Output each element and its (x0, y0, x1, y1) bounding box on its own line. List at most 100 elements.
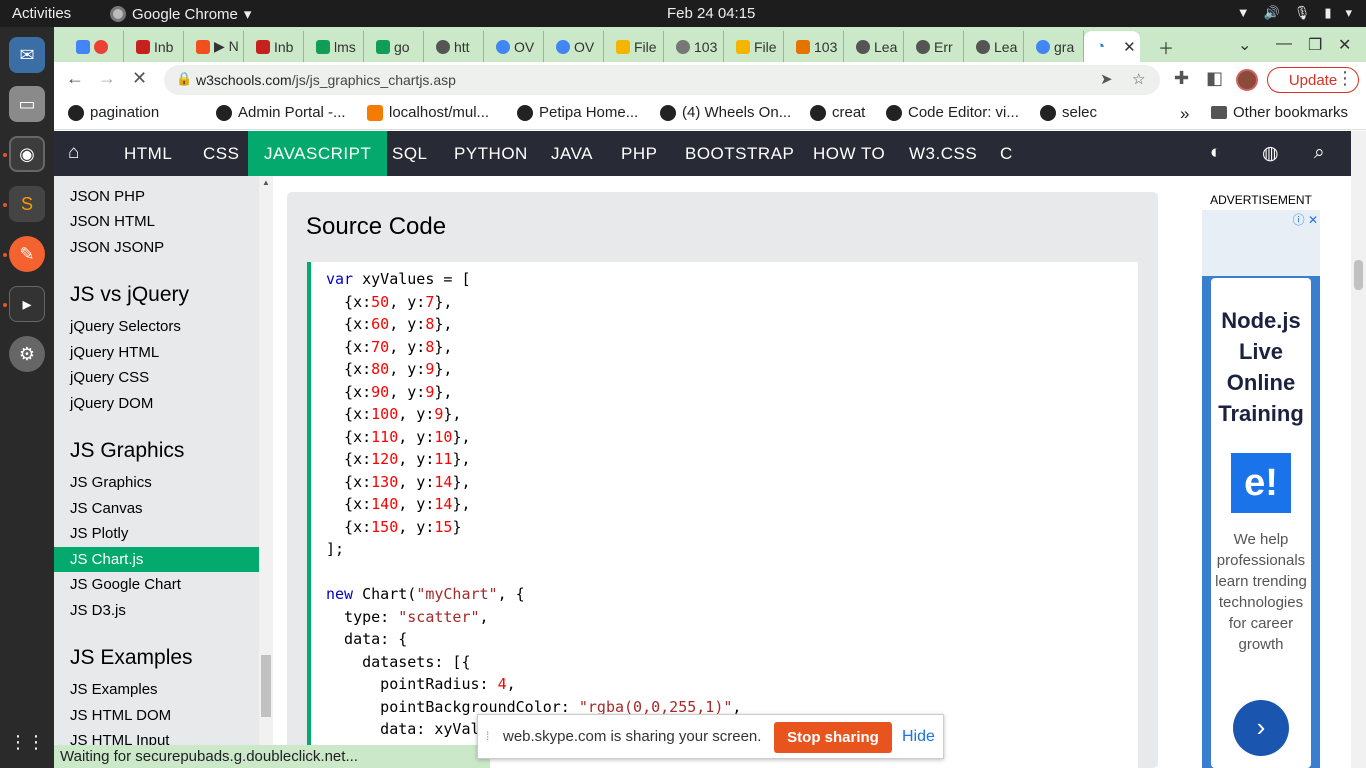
extensions-icon[interactable]: ✚ (1174, 68, 1189, 89)
sidebar-item[interactable]: JS Plotly (70, 525, 128, 542)
globe-icon[interactable]: ◍ (1262, 142, 1279, 165)
chrome-dock-icon[interactable]: ◉ (9, 136, 45, 172)
bookmark-item[interactable]: pagination (68, 104, 159, 121)
new-tab-icon[interactable]: ＋ (1158, 35, 1174, 59)
sidebar-item-active[interactable]: JS Chart.js (54, 547, 259, 572)
bookmark-item[interactable]: (4) Wheels On... (660, 104, 791, 121)
tab-search-icon[interactable]: ⌄ (1238, 35, 1251, 55)
nav-html[interactable]: HTML (108, 131, 188, 176)
profile-avatar[interactable] (1236, 69, 1258, 91)
menu-kebab-icon[interactable]: ⋮ (1336, 68, 1354, 89)
drag-handle-icon[interactable]: ⁞ (486, 729, 489, 743)
sidebar-item[interactable]: JSON JSONP (70, 239, 164, 256)
tab[interactable]: Lea (844, 31, 904, 62)
tab-active[interactable]: ◔ ✕ (1084, 31, 1140, 62)
tab[interactable]: 103 (664, 31, 724, 62)
screen-share-bar: ⁞ web.skype.com is sharing your screen. … (477, 714, 944, 759)
bookmark-item[interactable]: creat (810, 104, 865, 121)
send-tab-icon[interactable]: ➤ (1100, 70, 1113, 88)
show-apps-icon[interactable]: ⋮⋮ (9, 724, 45, 760)
terminal-icon[interactable]: ▸ (9, 286, 45, 322)
nav-w3css[interactable]: W3.CSS (893, 131, 993, 176)
home-icon[interactable]: ⌂ (68, 142, 80, 164)
minimize-icon[interactable]: — (1276, 35, 1292, 53)
side-panel-icon[interactable]: ◧ (1206, 68, 1223, 89)
tab[interactable]: lms (304, 31, 364, 62)
tab[interactable]: OV (484, 31, 544, 62)
sidebar-item[interactable]: jQuery HTML (70, 344, 159, 361)
tab[interactable]: go (364, 31, 424, 62)
ad-close-icon[interactable]: ⓘ ✕ (1286, 211, 1318, 227)
back-icon[interactable]: ← (66, 68, 84, 89)
nav-java[interactable]: JAVA (535, 131, 609, 176)
sidebar-item[interactable]: jQuery Selectors (70, 318, 181, 335)
more-bookmarks-icon[interactable]: » (1180, 104, 1189, 124)
bookmark-item[interactable]: Code Editor: vi... (886, 104, 1019, 121)
settings-icon[interactable]: ⚙ (9, 336, 45, 372)
bookmark-item[interactable]: selec (1040, 104, 1097, 121)
sidebar-item[interactable]: JS Graphics (70, 474, 152, 491)
tab[interactable]: 103 (784, 31, 844, 62)
stop-loading-icon[interactable]: ✕ (132, 68, 147, 89)
tab[interactable]: Err (904, 31, 964, 62)
nav-howto[interactable]: HOW TO (797, 131, 901, 176)
files-icon[interactable]: ▭ (9, 86, 45, 122)
system-tray[interactable]: ▼ 🔊 🎙 ▮ ▾ (1237, 5, 1352, 21)
close-window-icon[interactable]: ✕ (1338, 35, 1351, 55)
address-bar[interactable]: 🔒 w3schools.com/js/js_graphics_chartjs.a… (164, 65, 1160, 95)
page-scrollbar[interactable] (1351, 131, 1366, 768)
sidebar-item[interactable]: JSON HTML (70, 213, 155, 230)
postman-icon[interactable]: ✎ (9, 236, 45, 272)
volume-icon: 🔊 (1263, 5, 1280, 20)
sidebar-item[interactable]: jQuery DOM (70, 395, 153, 412)
tab[interactable]: Inb (244, 31, 304, 62)
clock[interactable]: Feb 24 04:15 (667, 5, 755, 22)
stop-sharing-button[interactable]: Stop sharing (774, 722, 892, 753)
tab[interactable]: Inb (124, 31, 184, 62)
hide-button[interactable]: Hide (902, 728, 935, 746)
tab[interactable]: Lea (964, 31, 1024, 62)
search-icon[interactable]: ⌕ (1314, 142, 1325, 164)
close-tab-icon[interactable]: ✕ (1123, 38, 1136, 56)
tab[interactable]: gra (1024, 31, 1084, 62)
bookmark-item[interactable]: localhost/mul... (367, 104, 489, 121)
sidebar-item[interactable]: JSON PHP (70, 188, 145, 205)
sidebar-item[interactable]: JS Canvas (70, 500, 143, 517)
sublime-icon[interactable]: S (9, 186, 45, 222)
page-scroll-thumb[interactable] (1354, 260, 1363, 290)
tab[interactable]: File (724, 31, 784, 62)
restore-icon[interactable]: ❐ (1308, 35, 1322, 55)
dark-mode-icon[interactable]: ◐ (1210, 142, 1222, 164)
code-token: 100 (371, 405, 399, 423)
nav-python[interactable]: PYTHON (438, 131, 544, 176)
bookmark-item[interactable]: Petipa Home... (517, 104, 638, 121)
nav-css[interactable]: CSS (187, 131, 255, 176)
ad-title: Node.js Live Online Training (1218, 308, 1304, 426)
nav-sql[interactable]: SQL (376, 131, 444, 176)
tab[interactable]: File (604, 31, 664, 62)
app-menu[interactable]: Google Chrome ▾ (110, 5, 251, 23)
forward-icon[interactable]: → (98, 68, 116, 89)
nav-php[interactable]: PHP (605, 131, 673, 176)
bookmark-star-icon[interactable]: ☆ (1132, 70, 1145, 88)
lock-icon[interactable]: 🔒 (176, 71, 192, 87)
tab[interactable]: ▶ N (184, 31, 244, 62)
tab[interactable]: htt (424, 31, 484, 62)
sidebar-item[interactable]: JS D3.js (70, 602, 126, 619)
tab[interactable] (64, 31, 124, 62)
sidebar-item[interactable]: JS Examples (70, 681, 158, 698)
nav-c[interactable]: C (984, 131, 1029, 176)
other-bookmarks[interactable]: Other bookmarks (1211, 104, 1348, 121)
sidebar-item[interactable]: JS HTML DOM (70, 707, 171, 724)
scroll-up-icon[interactable]: ▲ (262, 178, 270, 187)
ad-arrow-icon[interactable]: › (1233, 700, 1289, 756)
sidebar-scroll-thumb[interactable] (261, 655, 271, 717)
tab[interactable]: OV (544, 31, 604, 62)
nav-bootstrap[interactable]: BOOTSTRAP (669, 131, 810, 176)
sidebar-item[interactable]: JS Google Chart (70, 576, 181, 593)
thunderbird-icon[interactable]: ✉ (9, 37, 45, 73)
bookmark-item[interactable]: Admin Portal -... (216, 104, 346, 121)
nav-javascript[interactable]: JAVASCRIPT (248, 131, 388, 176)
sidebar-item[interactable]: jQuery CSS (70, 369, 149, 386)
activities-button[interactable]: Activities (12, 5, 71, 22)
